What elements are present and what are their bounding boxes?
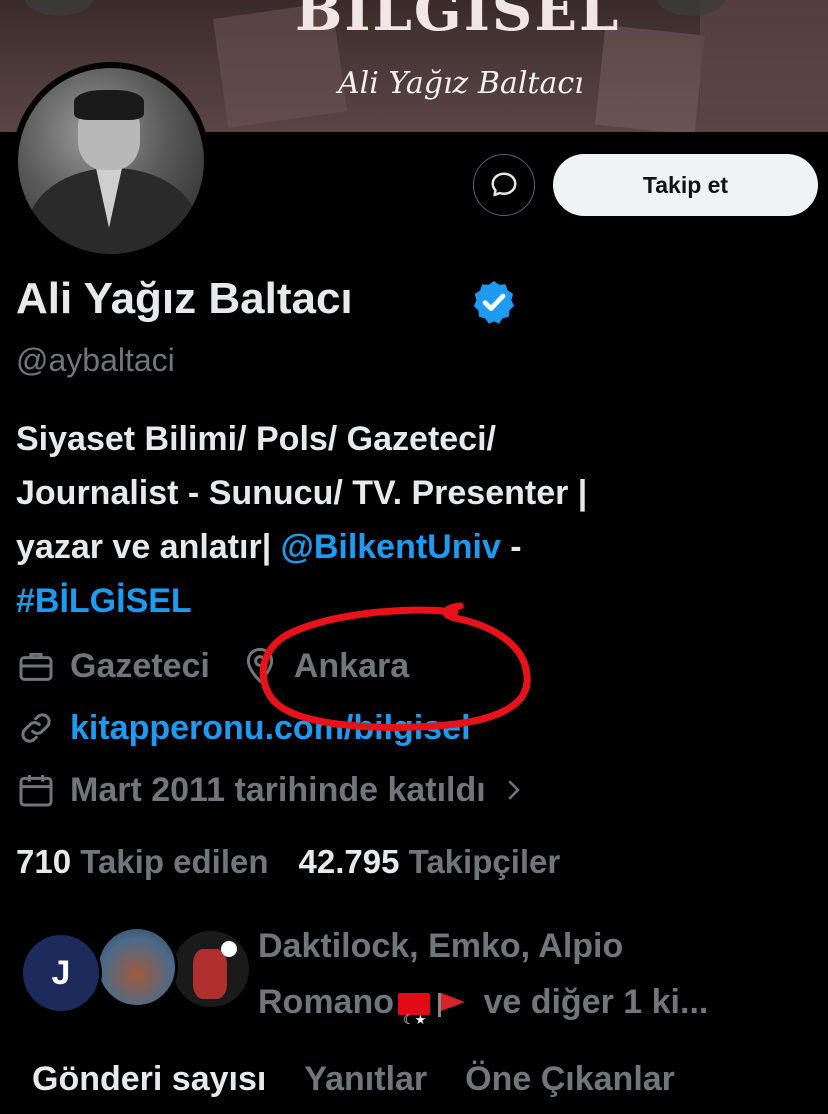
banner-photo [700,0,828,120]
profile-meta-row: Gazeteci Ankara [16,646,409,686]
avatar [170,928,252,1010]
following-stat[interactable]: 710 Takip edilen [16,843,269,881]
follow-button[interactable]: Takip et [553,154,818,216]
red-flag-icon [436,993,466,1018]
followers-stat[interactable]: 42.795 Takipçiler [299,843,561,881]
link-icon [21,713,51,743]
verified-badge-icon [473,281,514,324]
turkey-flag-icon [398,992,430,1048]
bio-line: yazar ve anlatır| @BilkentUniv - [16,528,522,566]
profile-name: Ali Yağız Baltacı [16,274,353,323]
location-text: Ankara [293,646,410,685]
website-link[interactable]: kitapperonu.com/bilgisel [70,709,471,748]
mutual-followers-text[interactable]: Daktilock, Emko, Alpio Romano ve diğer 1… [258,918,818,1048]
tab-replies[interactable]: Yanıtlar [304,1060,427,1099]
bio-line: Journalist - Sunucu/ TV. Presenter | [16,474,588,512]
banner-title: BİLGİSEL [295,0,621,44]
profession-text: Gazeteci [70,646,210,685]
joined-row[interactable]: Mart 2011 tarihinde katıldı [16,770,528,810]
bio-line: Siyaset Bilimi/ Pols/ Gazeteci/ [16,420,496,458]
tab-highlights[interactable]: Öne Çıkanlar [465,1060,675,1099]
mention-link[interactable]: @BilkentUniv [281,528,501,566]
follow-stats: 710 Takip edilen 42.795 Takipçiler [16,843,560,881]
chevron-right-icon [508,780,520,800]
joined-text: Mart 2011 tarihinde katıldı [70,770,486,809]
profile-tabs: Gönderi sayısı Yanıtlar Öne Çıkanlar [32,1060,675,1099]
message-button[interactable] [473,154,535,216]
location-pin-icon [246,647,274,684]
website-row[interactable]: kitapperonu.com/bilgisel [16,708,471,748]
profile-bio: Siyaset Bilimi/ Pols/ Gazeteci/ Journali… [16,412,816,628]
message-icon [491,172,517,197]
tab-posts[interactable]: Gönderi sayısı [32,1060,266,1099]
calendar-icon [19,775,53,807]
avatar: J [20,932,102,1014]
hashtag-link[interactable]: #BİLGİSEL [16,582,192,620]
briefcase-icon [19,652,53,681]
profile-handle: @aybaltaci [16,342,175,378]
avatar[interactable] [12,62,210,260]
avatar [96,926,178,1008]
avatar-photo [18,68,204,254]
banner-signature: Ali Yağız Baltacı [338,66,584,101]
